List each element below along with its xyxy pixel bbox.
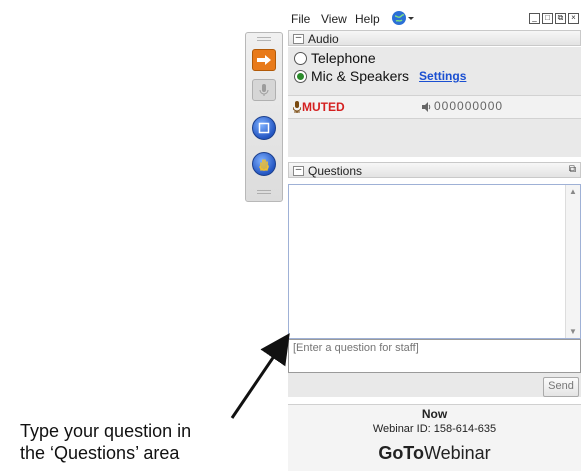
questions-scrollbar[interactable]: ▲ ▼: [565, 185, 580, 338]
mic-speakers-label: Mic & Speakers: [311, 68, 410, 84]
telephone-radio[interactable]: [294, 51, 307, 65]
screen-icon: [258, 122, 270, 134]
brand-rest: Webinar: [423, 443, 491, 463]
muted-status: MUTED: [302, 100, 345, 114]
questions-section-title: Questions: [308, 164, 363, 178]
menu-view[interactable]: View: [321, 12, 347, 26]
instruction-caption: Type your question in the ‘Questions’ ar…: [20, 420, 250, 464]
minimize-icon[interactable]: _: [529, 13, 540, 24]
raise-hand-button[interactable]: [252, 152, 276, 176]
globe-language-menu[interactable]: [391, 10, 415, 29]
webinar-footer: Now Webinar ID: 158-614-635 GoToWebinar: [288, 404, 581, 471]
microphone-button[interactable]: [252, 79, 276, 101]
menu-help[interactable]: Help: [355, 12, 380, 26]
maximize-icon[interactable]: □: [542, 13, 553, 24]
menu-file[interactable]: File: [291, 12, 310, 26]
telephone-label: Telephone: [311, 50, 376, 66]
collapse-audio-icon[interactable]: –: [293, 33, 304, 44]
audio-section-title: Audio: [308, 32, 339, 46]
mic-speakers-option[interactable]: Mic & Speakers Settings: [294, 68, 466, 84]
close-icon[interactable]: ×: [568, 13, 579, 24]
session-status: Now: [421, 407, 448, 421]
toolbar-grip-bottom[interactable]: [257, 190, 271, 196]
show-hide-panel-button[interactable]: [252, 49, 276, 71]
scroll-up-icon[interactable]: ▲: [569, 187, 577, 196]
scroll-down-icon[interactable]: ▼: [569, 327, 577, 336]
send-row: Send: [288, 373, 581, 397]
audio-section-header: – Audio: [288, 30, 581, 46]
collapse-questions-icon[interactable]: –: [293, 165, 304, 176]
microphone-muted-icon: [293, 101, 301, 113]
brand-bold: GoTo: [378, 443, 424, 463]
audio-section: Telephone Mic & Speakers Settings MUTED …: [288, 47, 581, 157]
toolbar-grip-top[interactable]: [257, 37, 271, 43]
telephone-option[interactable]: Telephone: [294, 50, 376, 66]
popout-icon[interactable]: ⧉: [569, 164, 576, 175]
questions-section-header: – Questions ⧉: [288, 162, 581, 178]
webinar-id: Webinar ID: 158-614-635: [372, 423, 497, 435]
speaker-level-meter: 000000000: [434, 99, 504, 113]
send-button[interactable]: Send: [543, 377, 579, 397]
microphone-icon: [259, 84, 269, 96]
mic-speakers-radio[interactable]: [294, 69, 307, 83]
audio-status-row: MUTED 000000000: [288, 95, 581, 119]
toolbar: [245, 32, 283, 202]
caption-line-2: the ‘Questions’ area: [20, 443, 180, 463]
caption-line-1: Type your question in: [20, 421, 192, 441]
gotowebinar-logo: GoToWebinar: [288, 443, 581, 464]
arrow-right-icon: [257, 55, 271, 65]
window-controls: _ □ ⧉ ×: [529, 13, 579, 24]
screen-share-button[interactable]: [252, 116, 276, 140]
hand-icon: [259, 159, 269, 171]
questions-log[interactable]: ▲ ▼: [288, 184, 581, 339]
globe-icon: [392, 11, 414, 25]
control-panel: File View Help _ □ ⧉ × – Audio Telephone…: [284, 8, 581, 471]
restore-icon[interactable]: ⧉: [555, 13, 566, 24]
question-input[interactable]: [288, 339, 581, 373]
audio-settings-link[interactable]: Settings: [419, 69, 466, 83]
speaker-icon: [422, 102, 431, 112]
menu-bar: File View Help _ □ ⧉ ×: [284, 8, 581, 30]
